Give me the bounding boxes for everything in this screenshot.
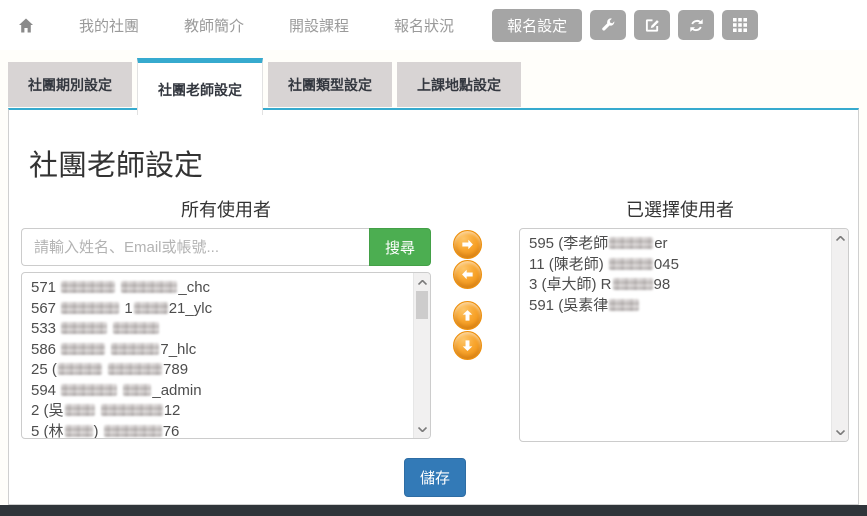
save-button[interactable]: 儲存 <box>404 458 466 497</box>
redacted-text <box>58 363 102 375</box>
grid-icon[interactable] <box>722 10 758 40</box>
settings-tabs: 社團期別設定社團老師設定社團類型設定上課地點設定 <box>8 62 521 115</box>
move-down-button[interactable] <box>453 331 482 360</box>
scroll-up-icon[interactable] <box>414 274 431 290</box>
nav-links: 我的社團 教師簡介 開設課程 報名狀況 <box>34 15 454 36</box>
tab-2[interactable]: 社團老師設定 <box>137 58 263 115</box>
all-users-scrollbar[interactable] <box>413 273 430 438</box>
redacted-text <box>111 343 159 355</box>
refresh-icon[interactable] <box>678 10 714 40</box>
search-button[interactable]: 搜尋 <box>369 228 431 266</box>
all-users-heading: 所有使用者 <box>21 196 431 222</box>
selected-users-scrollbar[interactable] <box>831 229 848 441</box>
tab-4[interactable]: 上課地點設定 <box>397 62 521 107</box>
nav-link-3[interactable]: 開設課程 <box>289 18 349 35</box>
list-item[interactable]: 2 (吳 12 <box>31 401 404 422</box>
list-item[interactable]: 571 _chc <box>31 278 404 299</box>
redacted-text <box>134 302 168 314</box>
move-up-button[interactable] <box>453 301 482 330</box>
user-search-group: 搜尋 <box>21 228 431 266</box>
redacted-text <box>61 281 115 293</box>
content-panel: 社團老師設定 所有使用者 已選擇使用者 搜尋 571 _chc567 121_y… <box>8 108 859 505</box>
footer-bar <box>0 505 867 516</box>
wrench-icon[interactable] <box>590 10 626 40</box>
nav-link-1[interactable]: 我的社團 <box>79 18 139 35</box>
redacted-text <box>609 258 653 270</box>
redacted-text <box>609 237 653 249</box>
redacted-text <box>61 343 105 355</box>
selected-users-listbox[interactable]: 595 (李老師er11 (陳老師) 0453 (卓大師) R98591 (吳素… <box>519 228 849 442</box>
list-item[interactable]: 25 ( 789 <box>31 360 404 381</box>
redacted-text <box>113 322 159 334</box>
edit-icon[interactable] <box>634 10 670 40</box>
redacted-text <box>61 302 119 314</box>
list-item[interactable]: 5 (林) 76 <box>31 422 404 440</box>
redacted-text <box>65 425 93 437</box>
tab-1[interactable]: 社團期別設定 <box>8 62 132 107</box>
list-item[interactable]: 3 (卓大師) R98 <box>529 275 822 296</box>
move-right-button[interactable] <box>453 230 482 259</box>
redacted-text <box>65 404 95 416</box>
list-item[interactable]: 595 (李老師er <box>529 234 822 255</box>
redacted-text <box>609 299 639 311</box>
nav-link-2[interactable]: 教師簡介 <box>184 18 244 35</box>
scroll-down-icon[interactable] <box>832 424 849 440</box>
nav-button-registration-settings[interactable]: 報名設定 <box>492 9 582 42</box>
redacted-text <box>61 322 107 334</box>
redacted-text <box>101 404 163 416</box>
top-navbar: 我的社團 教師簡介 開設課程 報名狀況 報名設定 <box>0 0 867 50</box>
search-input[interactable] <box>21 228 369 266</box>
tab-3[interactable]: 社團類型設定 <box>268 62 392 107</box>
list-item[interactable]: 591 (吳素律 <box>529 296 822 317</box>
page-title: 社團老師設定 <box>29 142 203 184</box>
scrollbar-thumb[interactable] <box>416 291 428 319</box>
list-item[interactable]: 533 <box>31 319 404 340</box>
redacted-text <box>613 278 653 290</box>
all-users-listbox[interactable]: 571 _chc567 121_ylc533 586 7_hlc25 ( 789… <box>21 272 431 439</box>
list-item[interactable]: 11 (陳老師) 045 <box>529 255 822 276</box>
redacted-text <box>123 384 151 396</box>
list-item[interactable]: 567 121_ylc <box>31 299 404 320</box>
list-item[interactable]: 586 7_hlc <box>31 340 404 361</box>
list-item[interactable]: 594 _admin <box>31 381 404 402</box>
redacted-text <box>61 384 117 396</box>
selected-users-heading: 已選擇使用者 <box>519 196 841 222</box>
home-icon[interactable] <box>18 18 34 33</box>
scroll-down-icon[interactable] <box>414 421 431 437</box>
nav-link-4[interactable]: 報名狀況 <box>394 18 454 35</box>
redacted-text <box>104 425 162 437</box>
redacted-text <box>121 281 177 293</box>
move-left-button[interactable] <box>453 260 482 289</box>
scroll-up-icon[interactable] <box>832 230 849 246</box>
redacted-text <box>108 363 162 375</box>
